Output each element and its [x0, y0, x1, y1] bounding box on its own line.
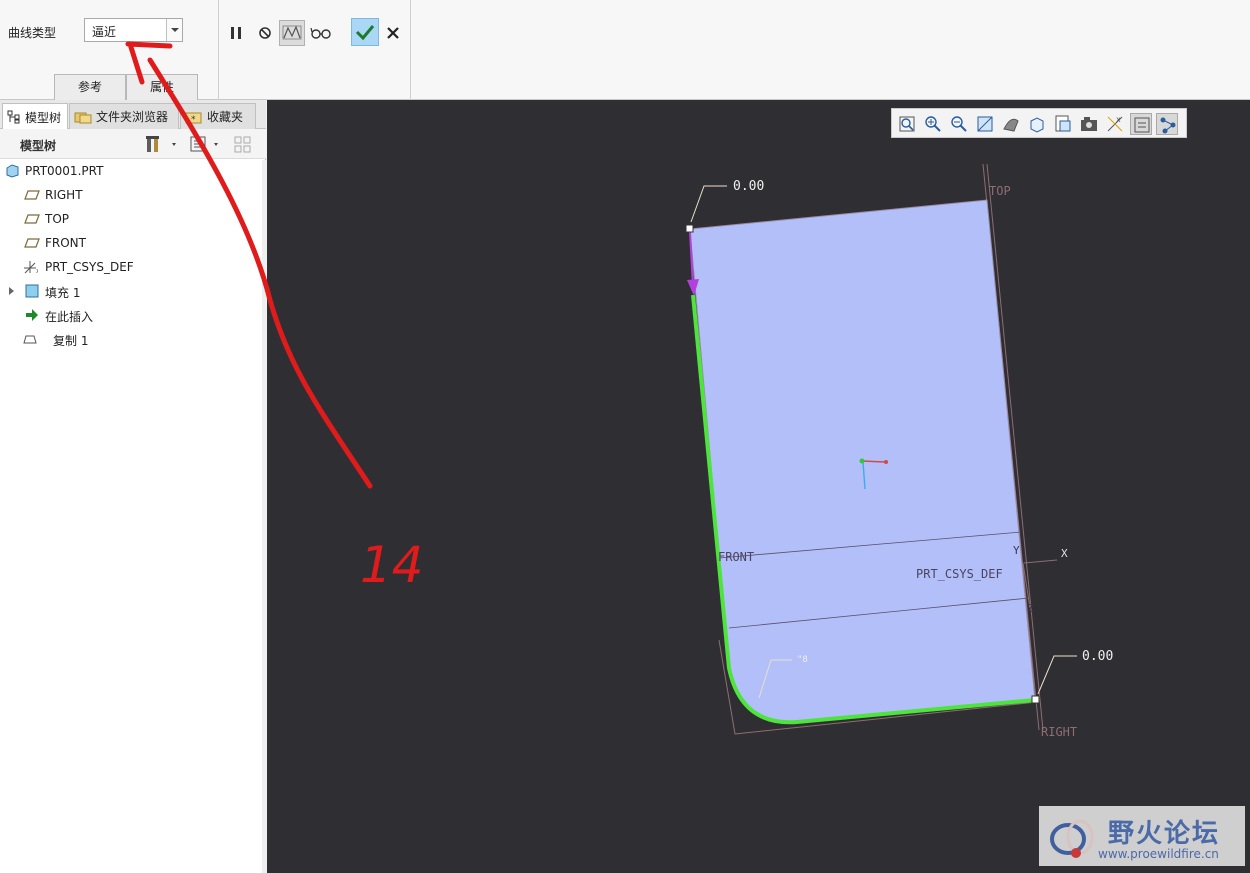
verify-geometry-icon [282, 25, 302, 40]
datum-plane-icon [24, 214, 40, 224]
curve-type-label: 曲线类型 [8, 26, 57, 40]
dashboard-ribbon: 曲线类型 逼近 参考 属性 [0, 0, 1250, 100]
forum-watermark: 野火论坛 www.proewildfire.cn [1039, 806, 1245, 866]
end-dimension-value[interactable]: 0.00 [1082, 649, 1113, 664]
fill-icon [25, 284, 39, 298]
small-dimension-value[interactable]: "8 [797, 655, 808, 665]
tree-item-label: RIGHT [45, 188, 83, 202]
tab-properties[interactable]: 属性 [126, 74, 198, 100]
tree-item-part[interactable]: PRT0001.PRT [0, 160, 262, 182]
curve-type-value: 逼近 [92, 25, 117, 39]
model-tree-title: 模型树 [20, 139, 57, 153]
show-list-icon [190, 136, 218, 152]
csys-icon: x [24, 261, 38, 275]
tree-item-top[interactable]: TOP [0, 208, 262, 230]
tree-item-label: 在此插入 [45, 310, 94, 324]
tree-item-label: PRT_CSYS_DEF [45, 260, 134, 274]
datum-plane-icon [24, 238, 40, 248]
verify-mode-button[interactable] [279, 20, 305, 46]
start-handle[interactable] [685, 224, 694, 233]
tab-favorites[interactable]: * 收藏夹 [180, 103, 256, 129]
columns-icon [234, 136, 251, 153]
csys-x-end [884, 460, 888, 464]
model-tree-icon [7, 110, 20, 124]
folder-browser-icon [74, 112, 92, 123]
tree-columns-button[interactable] [232, 134, 256, 154]
close-icon [387, 27, 399, 39]
csys-label: PRT_CSYS_DEF [916, 567, 1003, 581]
tree-settings-button[interactable] [144, 134, 182, 154]
svg-text:*: * [191, 115, 196, 124]
front-plane-label: FRONT [718, 550, 754, 564]
checkmark-icon [355, 25, 375, 41]
csys-origin [859, 458, 865, 464]
dimension-leader [690, 185, 727, 223]
no-preview-button[interactable] [252, 20, 278, 46]
tab-folder-browser[interactable]: 文件夹浏览器 [69, 103, 179, 129]
watermark-title: 野火论坛 [1108, 819, 1221, 849]
graphics-viewport[interactable]: x TOP FRONT RIGHT PRT_CSYS_DEF X Y Z 0.0… [267, 100, 1250, 873]
tree-item-csys[interactable]: x PRT_CSYS_DEF [0, 256, 262, 278]
axis-z-label: Z [1027, 602, 1034, 615]
svg-text:x: x [36, 267, 38, 275]
tab-label: 文件夹浏览器 [96, 110, 169, 124]
tree-item-label: 填充 1 [45, 286, 81, 300]
end-handle[interactable] [1031, 695, 1040, 704]
start-dimension-value[interactable]: 0.00 [733, 179, 764, 194]
ribbon-divider [218, 0, 219, 100]
tree-item-right[interactable]: RIGHT [0, 184, 262, 206]
csys-x-axis [861, 460, 886, 463]
copy-feature-icon: * [23, 335, 37, 344]
preview-glasses-button[interactable] [308, 20, 334, 46]
tab-references[interactable]: 参考 [54, 74, 126, 100]
axis-y-label: Y [1013, 544, 1020, 557]
app-window: 曲线类型 逼近 参考 属性 模型树 文件夹浏览器 * 收藏夹 模型树 PRT00… [0, 0, 1250, 873]
navigator-panel: 模型树 文件夹浏览器 * 收藏夹 模型树 PRT0001.PRT RIGHT T… [0, 100, 266, 873]
tree-filter-button[interactable] [188, 134, 226, 154]
top-plane-label: TOP [989, 184, 1011, 198]
favorites-icon: * [185, 112, 202, 124]
tree-item-front[interactable]: FRONT [0, 232, 262, 254]
navigator-tabs: 模型树 文件夹浏览器 * 收藏夹 [0, 100, 266, 130]
tree-item-fill[interactable]: 填充 1 [0, 280, 262, 302]
model-tree-toolbar: 模型树 [0, 129, 266, 159]
datum-plane-icon [24, 190, 40, 200]
no-preview-icon [259, 27, 271, 39]
pause-button[interactable] [223, 20, 249, 46]
insert-here-arrow-icon [26, 309, 38, 321]
pause-icon [231, 27, 241, 39]
curve-type-select[interactable]: 逼近 [84, 18, 183, 42]
watermark-url: www.proewildfire.cn [1098, 847, 1219, 861]
panel-scrollbar[interactable] [262, 160, 266, 873]
dimension-leader [1037, 655, 1077, 695]
tree-item-label: FRONT [45, 236, 86, 250]
tab-label: 模型树 [25, 110, 62, 125]
tree-item-label: PRT0001.PRT [25, 164, 104, 178]
forum-logo-icon [1050, 819, 1094, 858]
glasses-icon [310, 27, 331, 39]
tree-item-label: TOP [45, 212, 70, 226]
tree-item-copy[interactable]: * 复制 1 [0, 328, 262, 350]
tree-item-insert-here[interactable]: 在此插入 [0, 304, 262, 326]
tree-item-label: 复制 1 [53, 334, 89, 348]
tab-label: 收藏夹 [207, 110, 244, 124]
ribbon-divider [410, 0, 411, 100]
tab-model-tree[interactable]: 模型树 [2, 103, 68, 130]
model-scene: TOP FRONT RIGHT PRT_CSYS_DEF X Y Z 0.00 … [685, 163, 1113, 739]
csys-axis-line [1023, 559, 1058, 564]
tools-icon [146, 136, 176, 152]
right-plane-label: RIGHT [1041, 725, 1077, 739]
chevron-down-icon[interactable] [166, 19, 182, 41]
expand-arrow-icon[interactable] [6, 283, 22, 299]
axis-x-label: X [1061, 547, 1068, 560]
part-icon [6, 164, 19, 178]
cancel-button[interactable] [380, 20, 406, 46]
ok-button[interactable] [351, 18, 379, 46]
